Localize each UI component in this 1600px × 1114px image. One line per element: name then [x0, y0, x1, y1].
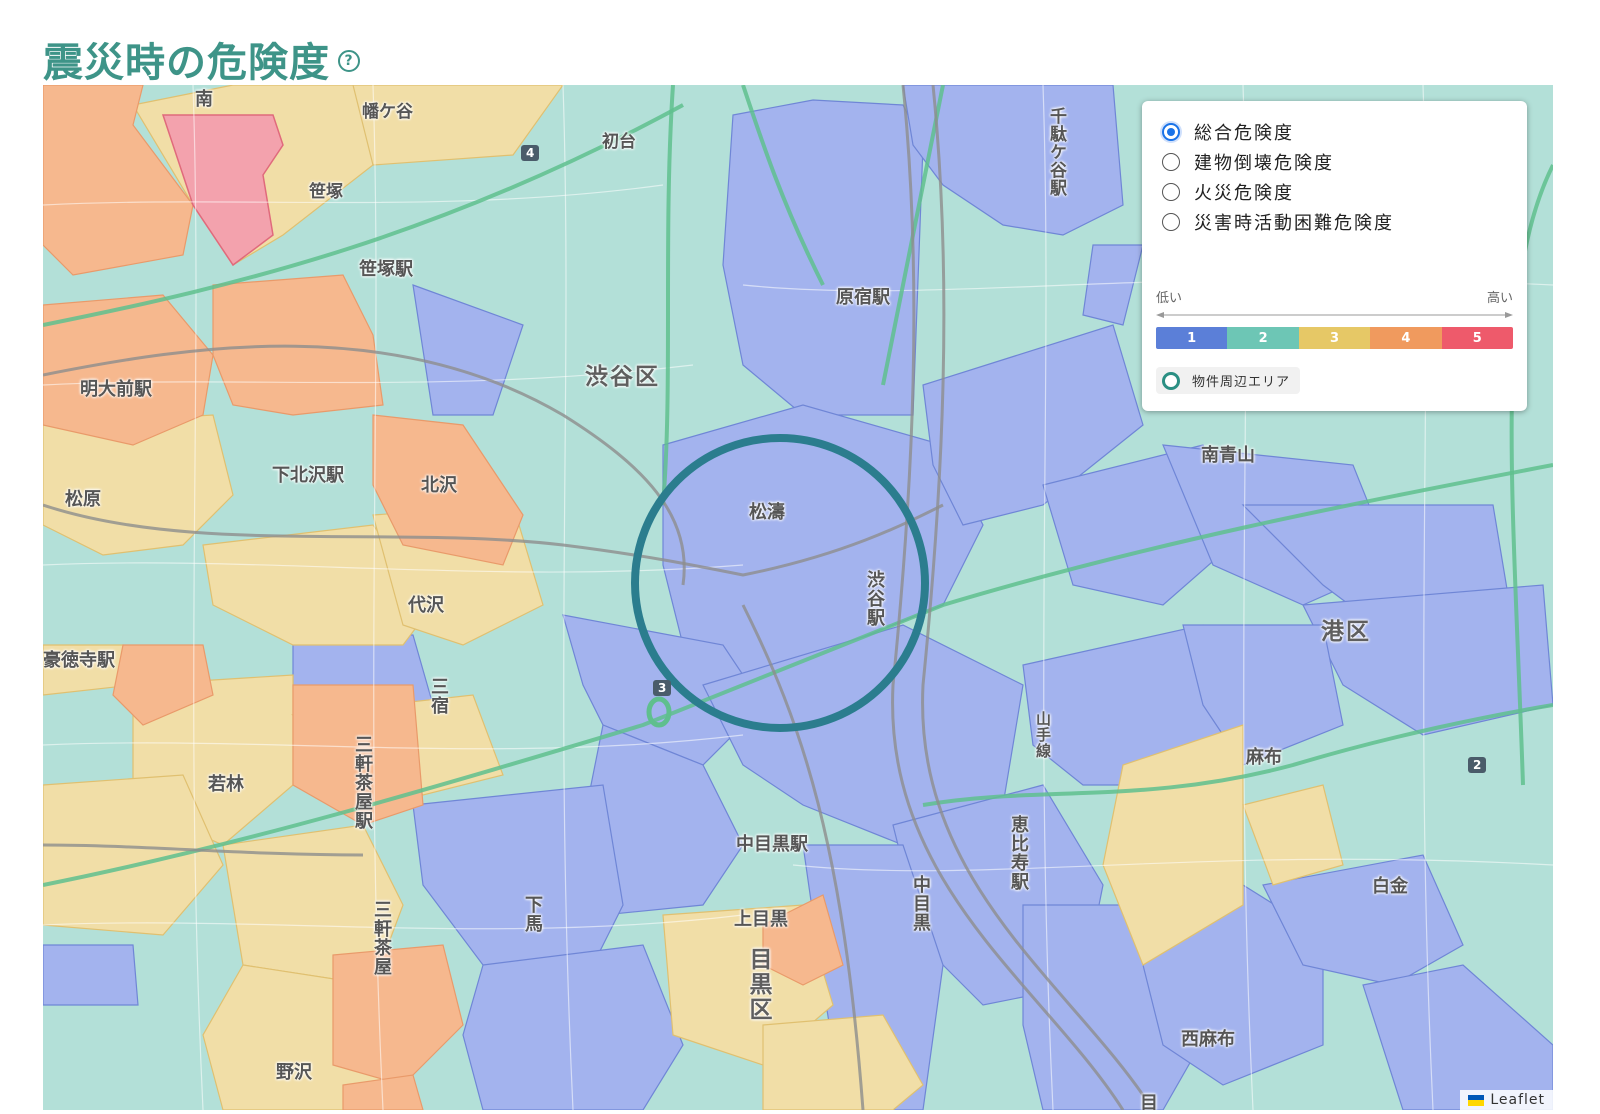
- label-sangenjaya-st: 三軒茶屋駅: [352, 735, 373, 830]
- radio-building-collapse-risk[interactable]: [1162, 153, 1180, 171]
- label-shirokane: 白金: [1372, 876, 1408, 897]
- label-nishi-azabu-lower: 西麻布: [1181, 1029, 1235, 1050]
- scale-high-label: 高い: [1486, 291, 1513, 306]
- label-ebisu: 恵比寿駅: [1008, 815, 1029, 891]
- option-total-risk[interactable]: 総合危険度: [1156, 117, 1513, 147]
- map-attribution[interactable]: Leaflet: [1460, 1090, 1553, 1110]
- route-marker-4: 4: [521, 145, 540, 161]
- circle-icon: [1162, 371, 1180, 390]
- label-matsubara: 松原: [65, 489, 101, 510]
- label-wakabayashi: 若林: [208, 774, 244, 795]
- radio-activity-difficulty-risk[interactable]: [1162, 213, 1180, 231]
- property-area-legend: 物件周辺エリア: [1156, 367, 1301, 394]
- property-area-label: 物件周辺エリア: [1192, 375, 1291, 390]
- label-kitazawa: 北沢: [421, 475, 457, 496]
- option-building-collapse-risk[interactable]: 建物倒壊危険度: [1156, 147, 1513, 177]
- ukraine-flag-icon: [1468, 1094, 1485, 1106]
- page-title-text: 震災時の危険度: [43, 40, 330, 86]
- attribution-link[interactable]: Leaflet: [1490, 1092, 1545, 1108]
- label-minami-partial: 南: [195, 89, 213, 110]
- route-marker-2: 2: [1468, 757, 1487, 773]
- scale-level-1: 1: [1156, 327, 1228, 349]
- option-activity-difficulty-label: 災害時活動困難危険度: [1194, 213, 1394, 234]
- label-minato-ku: 港区: [1321, 619, 1371, 645]
- scale-level-4: 4: [1370, 327, 1442, 349]
- label-harajuku: 原宿駅: [836, 287, 890, 308]
- label-sangenjaya: 三軒茶屋: [371, 900, 392, 976]
- label-minami-aoyama: 南青山: [1201, 445, 1255, 466]
- scale-level-5: 5: [1441, 327, 1513, 349]
- label-nozawa: 野沢: [276, 1062, 312, 1083]
- label-kamimeguro: 上目黒: [734, 909, 788, 930]
- label-shibuya-ku: 渋谷区: [585, 364, 660, 390]
- scale-level-2: 2: [1227, 327, 1299, 349]
- option-building-collapse-label: 建物倒壊危険度: [1194, 153, 1334, 174]
- label-hatsudai: 初台: [602, 132, 636, 152]
- radio-fire-risk[interactable]: [1162, 183, 1180, 201]
- scale-ends: 低い 高い: [1156, 287, 1513, 306]
- label-meidaimae: 明大前駅: [80, 379, 152, 400]
- label-sasazuka-st: 笹塚駅: [359, 259, 413, 280]
- option-fire-risk[interactable]: 火災危険度: [1156, 177, 1513, 207]
- help-icon[interactable]: ?: [338, 50, 360, 72]
- label-hatagaya: 幡ケ谷: [362, 102, 413, 122]
- option-activity-difficulty-risk[interactable]: 災害時活動困難危険度: [1156, 207, 1513, 237]
- label-yamanote: 山手線: [1034, 711, 1052, 759]
- scale-low-label: 低い: [1156, 291, 1183, 306]
- risk-scale-bar: 1 2 3 4 5: [1156, 327, 1513, 349]
- option-total-risk-label: 総合危険度: [1194, 123, 1294, 144]
- label-shimokitazawa: 下北沢駅: [272, 465, 344, 486]
- route-marker-3: 3: [653, 680, 672, 696]
- label-meguro-ku: 目黒区: [745, 947, 771, 1022]
- scale-arrow: [1156, 312, 1513, 318]
- label-azabu: 麻布: [1246, 747, 1282, 768]
- scale-level-3: 3: [1298, 327, 1371, 349]
- label-shoto: 松濤: [749, 502, 785, 523]
- risk-map[interactable]: 4 3 2 渋谷区 港区 目黒区 原宿駅 千駄ケ谷駅 渋谷駅 松濤 南青山 麻布…: [43, 85, 1553, 1110]
- radio-total-risk[interactable]: [1162, 123, 1180, 141]
- risk-legend: 総合危険度 建物倒壊危険度 火災危険度 災害時活動困難危険度 低い 高い 1 2…: [1142, 101, 1527, 411]
- label-nakameguro: 中目黒: [910, 875, 931, 932]
- label-me-partial: 目: [1140, 1093, 1158, 1110]
- label-sasazuka: 笹塚: [309, 182, 343, 202]
- label-daizawa: 代沢: [408, 595, 444, 616]
- label-nakameguro-st: 中目黒駅: [736, 834, 808, 855]
- label-mishuku: 三宿: [428, 677, 449, 715]
- option-fire-risk-label: 火災危険度: [1194, 183, 1294, 204]
- label-shimouma: 下馬: [522, 895, 543, 933]
- label-shibuya-st: 渋谷駅: [864, 570, 885, 627]
- label-gotokuji: 豪徳寺駅: [43, 650, 115, 671]
- label-sendagaya: 千駄ケ谷駅: [1046, 107, 1066, 197]
- page-title: 震災時の危険度 ?: [43, 30, 360, 88]
